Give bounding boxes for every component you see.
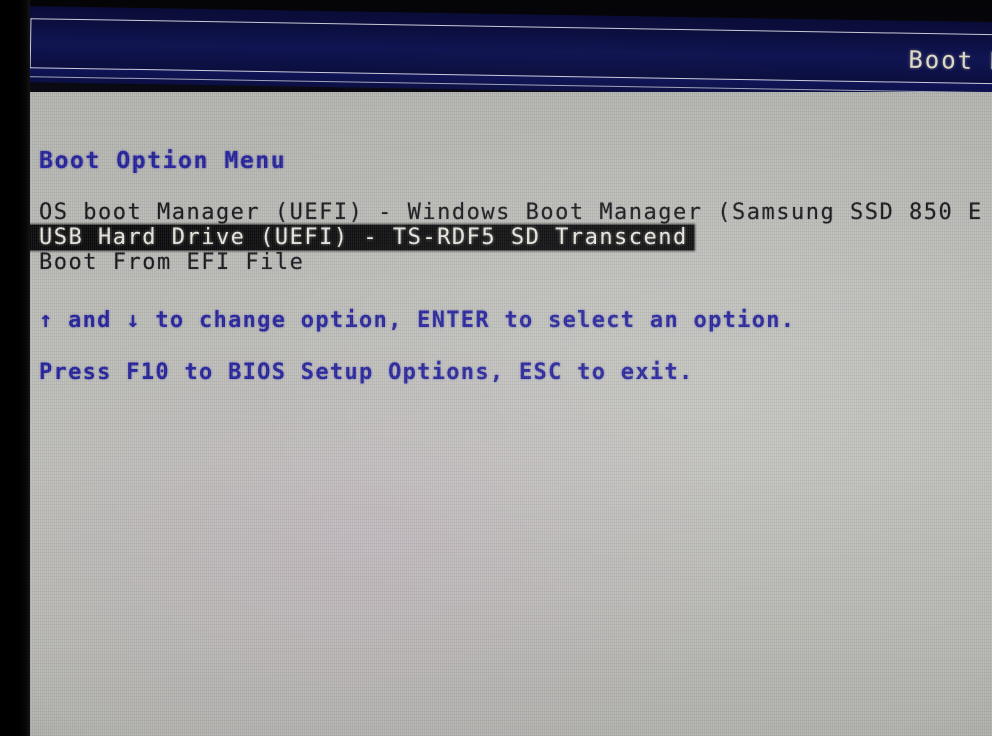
bios-boot-manager-screen: Boot Option Menu OS boot Manager (UEFI) … (0, 0, 992, 736)
boot-option-row-os-boot-manager[interactable]: OS boot Manager (UEFI) - Windows Boot Ma… (27, 200, 992, 225)
keyboard-hints: ↑ and ↓ to change option, ENTER to selec… (39, 308, 979, 386)
hint-setup-and-exit: Press F10 to BIOS Setup Options, ESC to … (39, 360, 694, 385)
page-title: Boot Option Menu (39, 148, 287, 174)
lcd-screen-surface: Boot Option Menu OS boot Manager (UEFI) … (27, 0, 992, 736)
header-frame: Boot Man (29, 18, 992, 85)
top-dark-band: Boot Man (0, 0, 992, 92)
monitor-bezel-left (0, 0, 30, 736)
screen-content: Boot Option Menu OS boot Manager (UEFI) … (27, 0, 992, 736)
header-bar: Boot Man (0, 5, 992, 92)
boot-option-row-boot-from-efi-file[interactable]: Boot From EFI File (27, 250, 992, 275)
boot-option-row-usb-hard-drive[interactable]: USB Hard Drive (UEFI) - TS-RDF5 SD Trans… (27, 225, 694, 250)
hint-spacer (39, 334, 979, 360)
boot-option-row-usb-hard-drive-wrapper: USB Hard Drive (UEFI) - TS-RDF5 SD Trans… (27, 225, 992, 250)
boot-option-list[interactable]: OS boot Manager (UEFI) - Windows Boot Ma… (27, 200, 992, 275)
header-title: Boot Man (908, 45, 992, 76)
hint-change-option: ↑ and ↓ to change option, ENTER to selec… (39, 308, 796, 333)
